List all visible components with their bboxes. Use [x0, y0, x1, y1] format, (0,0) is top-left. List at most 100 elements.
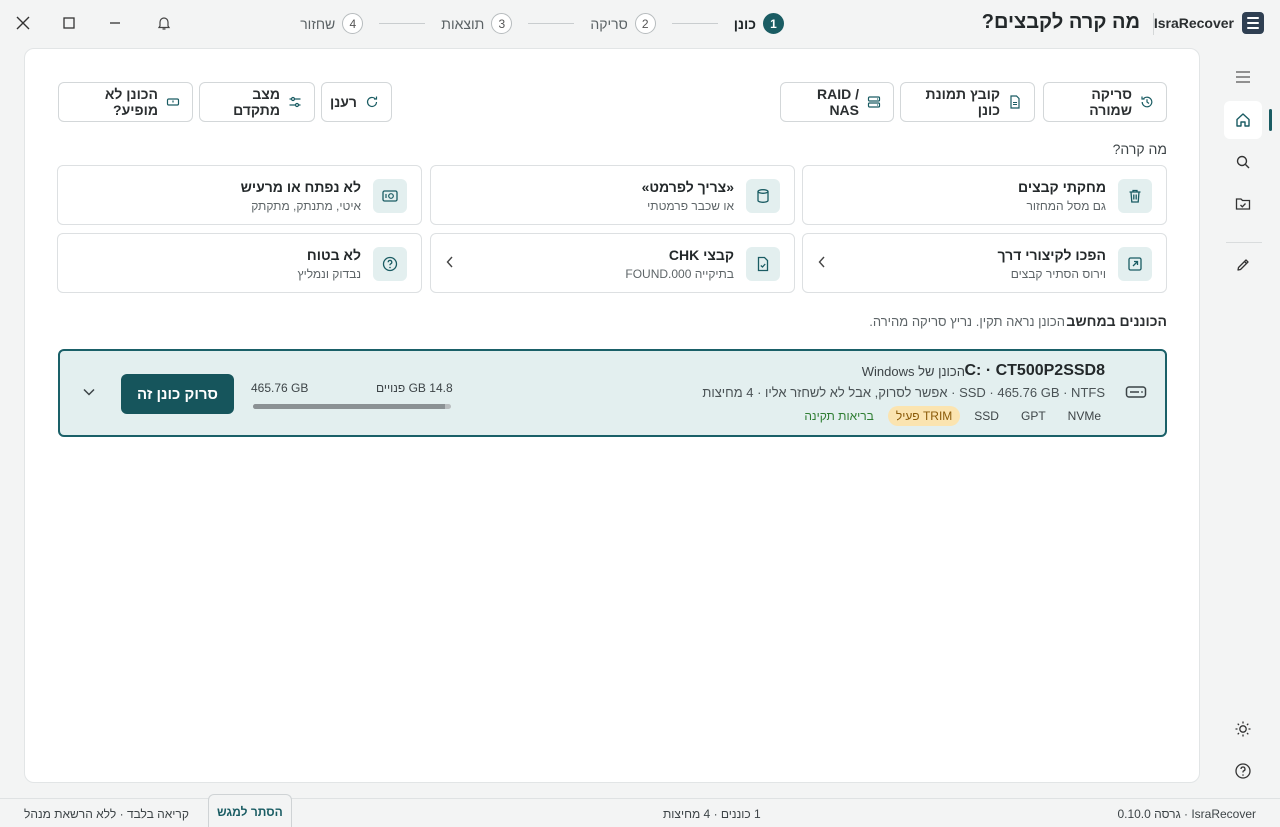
- step-connector: [379, 23, 426, 24]
- button-label: סריקה שמורה: [1089, 86, 1132, 118]
- tile-title: מחקתי קבצים: [1018, 179, 1106, 195]
- hamburger-icon: [1236, 71, 1250, 83]
- trash-icon: [1118, 179, 1152, 213]
- chip-interface: NVMe: [1067, 409, 1101, 423]
- menu-button[interactable]: [1224, 58, 1262, 96]
- main-panel: סריקה שמורה קובץ תמונת כונן RAID / NAS ר…: [24, 48, 1200, 783]
- nav-search[interactable]: [1224, 143, 1262, 181]
- scan-drive-button[interactable]: סרוק כונן זה: [121, 374, 234, 414]
- history-icon: [1141, 96, 1153, 108]
- step-restore[interactable]: 4 שחזור: [300, 13, 364, 34]
- drive-card[interactable]: C: · CT500P2SSD8 הכונן של Windows SSD · …: [58, 349, 1167, 437]
- sliders-icon: [289, 96, 301, 108]
- maximize-window-button[interactable]: [56, 10, 82, 36]
- chevron-left-icon: [445, 255, 455, 274]
- minimize-window-button[interactable]: [102, 10, 128, 36]
- tile-subtitle: נבדוק ונמליץ: [297, 267, 361, 281]
- sound-drive-icon: [373, 179, 407, 213]
- drive-usage-fill: [253, 404, 445, 409]
- step-connector: [671, 23, 718, 24]
- chip-media-type: SSD: [974, 409, 999, 423]
- sun-icon: [1235, 721, 1251, 737]
- button-label: RAID / NAS: [817, 86, 859, 118]
- tile-chk-files[interactable]: קבצי CHK בתיקייה FOUND.000: [430, 233, 795, 293]
- button-label: מצב מתקדם: [233, 86, 280, 118]
- question-icon: [373, 247, 407, 281]
- divider: [1226, 242, 1262, 243]
- step-connector: [528, 23, 575, 24]
- expand-drive-button[interactable]: [82, 384, 96, 402]
- notifications-button[interactable]: [151, 10, 177, 36]
- home-icon: [1236, 113, 1250, 127]
- tile-subtitle: איטי, מתנתק, מתקתק: [251, 199, 361, 213]
- saved-scan-button[interactable]: סריקה שמורה: [1043, 82, 1167, 122]
- refresh-icon: [366, 96, 378, 108]
- step-drive[interactable]: 1 כונן: [734, 13, 784, 34]
- page-title: מה קרה לקבצים?: [981, 11, 1140, 33]
- shortcut-icon: [1118, 247, 1152, 281]
- pen-icon: [1237, 259, 1249, 271]
- help-icon: [1235, 763, 1251, 779]
- chip-trim-status: TRIM פעיל: [887, 406, 961, 426]
- nav-tools[interactable]: [1224, 246, 1262, 284]
- minimize-icon: [110, 22, 120, 24]
- chip-partition-table: GPT: [1020, 409, 1046, 423]
- app-brand: IsraRecover: [1154, 12, 1264, 34]
- raid-nas-button[interactable]: RAID / NAS: [780, 82, 894, 122]
- tile-deleted-files[interactable]: מחקתי קבצים גם מסל המחזור: [802, 165, 1167, 225]
- drive-chips: NVMe GPT SSD TRIM פעיל בריאות תקינה: [796, 406, 1109, 426]
- chevron-down-icon: [83, 388, 95, 396]
- version-status: IsraRecover · גרסה 0.10.0: [1117, 807, 1256, 821]
- navigation-rail: [1208, 56, 1280, 796]
- drive-missing-button[interactable]: הכונן לא מופיע?: [58, 82, 193, 122]
- tile-needs-format[interactable]: «צריך לפרמט» או שכבר פרמטתי: [430, 165, 795, 225]
- tile-subtitle: וירוס הסתיר קבצים: [1010, 267, 1106, 281]
- drive-name: C: · CT500P2SSD8: [964, 362, 1106, 379]
- step-number: 4: [342, 13, 364, 34]
- step-label: סריקה: [590, 15, 628, 32]
- step-results[interactable]: 3 תוצאות: [441, 13, 513, 34]
- file-check-icon: [746, 247, 780, 281]
- drives-hint: הכונן נראה תקין. נריץ סריקה מהירה.: [869, 314, 1065, 329]
- step-scan[interactable]: 2 סריקה: [590, 13, 656, 34]
- tile-title: לא נפתח או מרעיש: [240, 179, 361, 195]
- wizard-stepper: 1 כונן 2 סריקה 3 תוצאות 4 שחזור: [300, 13, 784, 34]
- refresh-button[interactable]: רענן: [321, 82, 392, 122]
- nav-recovered-files[interactable]: [1224, 185, 1262, 223]
- close-icon: [16, 16, 30, 30]
- title-bar: 1 כונן 2 סריקה 3 תוצאות 4 שחזור מה קרה ל…: [0, 0, 1280, 48]
- tile-subtitle: או שכבר פרמטתי: [647, 199, 734, 213]
- button-label: הכונן לא מופיע?: [104, 86, 158, 118]
- nav-home[interactable]: [1224, 101, 1272, 139]
- tile-title: קבצי CHK: [668, 247, 734, 263]
- tile-shortcuts[interactable]: הפכו לקיצורי דרך וירוס הסתיר קבצים: [802, 233, 1167, 293]
- status-bar: קריאה בלבד · ללא הרשאת מנהל הסתר למגש 1 …: [0, 794, 1280, 827]
- drive-image-button[interactable]: קובץ תמונת כונן: [900, 82, 1035, 122]
- step-number: 3: [491, 13, 513, 34]
- access-mode-status: קריאה בלבד · ללא הרשאת מנהל: [24, 807, 189, 821]
- folder-check-icon: [1235, 198, 1251, 210]
- cylinder-icon: [746, 179, 780, 213]
- tile-not-sure[interactable]: לא בטוח נבדוק ונמליץ: [57, 233, 422, 293]
- advanced-mode-button[interactable]: מצב מתקדם: [199, 82, 315, 122]
- chip-health-status: בריאות תקינה: [804, 409, 874, 423]
- server-icon: [867, 96, 881, 108]
- step-number: 1: [763, 13, 784, 34]
- drive-usage-bar: [253, 404, 451, 409]
- button-label: רענן: [330, 94, 357, 110]
- step-label: שחזור: [300, 15, 336, 32]
- help-button[interactable]: [1224, 752, 1262, 790]
- app-name: IsraRecover: [1153, 15, 1234, 31]
- drives-summary-status: 1 כוננים · 4 מחיצות: [663, 807, 761, 821]
- hard-drive-icon: [1125, 384, 1147, 405]
- bell-icon: [157, 17, 171, 30]
- maximize-icon: [63, 17, 75, 29]
- tile-subtitle: גם מסל המחזור: [1026, 199, 1106, 213]
- hide-to-tray-button[interactable]: הסתר למגש: [208, 794, 292, 827]
- theme-toggle[interactable]: [1224, 710, 1262, 748]
- step-label: תוצאות: [441, 15, 485, 32]
- drive-free-space: 14.8 GB פנויים: [376, 381, 453, 395]
- drive-total-size: 465.76 GB: [251, 381, 309, 395]
- tile-not-opening-noisy[interactable]: לא נפתח או מרעיש איטי, מתנתק, מתקתק: [57, 165, 422, 225]
- close-window-button[interactable]: [10, 10, 36, 36]
